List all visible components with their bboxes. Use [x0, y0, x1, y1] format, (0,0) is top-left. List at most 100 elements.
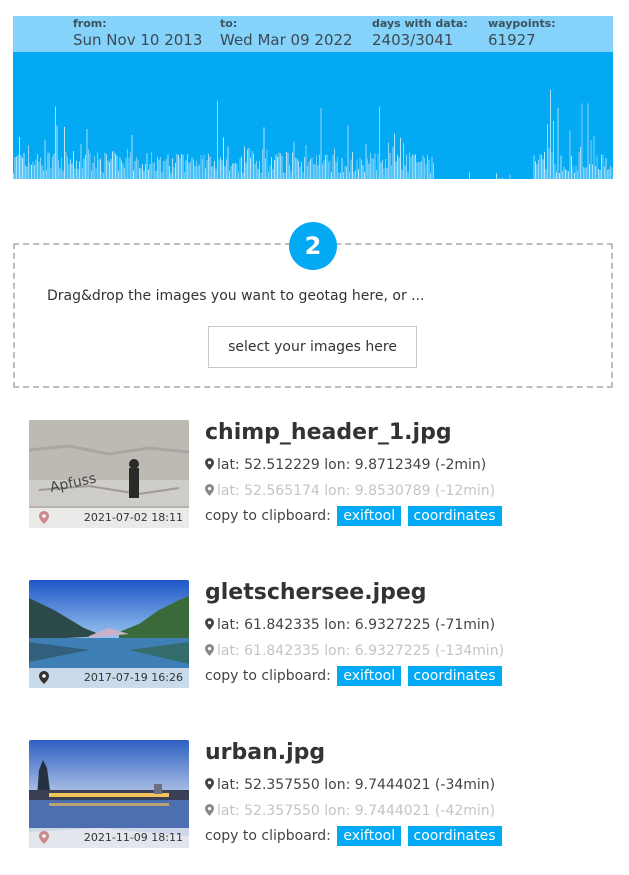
- histogram-bar: [565, 169, 566, 179]
- histogram-bar: [424, 158, 425, 179]
- histogram-bar: [272, 169, 274, 179]
- histogram-bar: [79, 161, 80, 179]
- histogram-bar: [259, 161, 260, 179]
- copy-exiftool-button[interactable]: exiftool: [337, 506, 402, 526]
- histogram-bar: [554, 164, 556, 179]
- histogram-bar: [296, 158, 298, 179]
- histogram-bar: [397, 154, 398, 179]
- histogram-bar: [367, 158, 368, 179]
- histogram-bar: [533, 155, 535, 179]
- copy-exiftool-button[interactable]: exiftool: [337, 826, 402, 846]
- copy-exiftool-button[interactable]: exiftool: [337, 666, 402, 686]
- histogram-bar: [101, 171, 103, 179]
- histogram-bar: [553, 121, 554, 179]
- histogram-bar: [25, 165, 26, 179]
- histogram-bar: [589, 164, 590, 179]
- histogram-bar: [592, 164, 593, 179]
- histogram-bar: [170, 172, 172, 179]
- histogram-bar: [560, 155, 562, 179]
- histogram-bar: [353, 171, 355, 179]
- select-images-button[interactable]: select your images here: [208, 326, 417, 368]
- histogram-bar: [241, 156, 242, 179]
- histogram-bar: [173, 167, 175, 179]
- histogram-bar: [136, 156, 137, 179]
- step-number-badge: 2: [289, 222, 337, 270]
- image-card: Apfuss 2021-07-02 18:11 chimp_header_1.j…: [29, 420, 609, 528]
- histogram-bar: [281, 156, 283, 179]
- image-thumbnail[interactable]: 2021-11-09 18:11: [29, 740, 189, 848]
- histogram-bar: [166, 158, 167, 179]
- copy-label: copy to clipboard:: [205, 828, 331, 844]
- histogram-bar: [307, 165, 308, 179]
- secondary-coordinate[interactable]: lat: 52.565174 lon: 9.8530789 (-12min): [205, 483, 495, 499]
- histogram-bar: [148, 169, 149, 179]
- histogram-bar: [113, 151, 115, 179]
- histogram-bar: [76, 160, 77, 179]
- histogram-bar: [496, 173, 497, 179]
- histogram-bar: [385, 158, 386, 179]
- image-thumbnail[interactable]: Apfuss 2021-07-02 18:11: [29, 420, 189, 528]
- histogram-bar: [284, 172, 286, 179]
- copy-coordinates-button[interactable]: coordinates: [407, 666, 502, 686]
- histogram-bar: [109, 162, 110, 179]
- secondary-coordinate[interactable]: lat: 52.357550 lon: 9.7444021 (-42min): [205, 803, 495, 819]
- histogram-bar: [238, 172, 239, 179]
- histogram-bar: [100, 158, 101, 179]
- histogram-bar: [323, 160, 325, 179]
- histogram-bar: [550, 89, 551, 179]
- histogram-bar: [469, 172, 470, 179]
- stats-panel: from: Sun Nov 10 2013 to: Wed Mar 09 202…: [13, 16, 613, 179]
- histogram-bar: [139, 168, 140, 179]
- histogram-bar: [232, 163, 233, 179]
- histogram-bar: [17, 155, 19, 179]
- histogram-bar: [389, 153, 391, 179]
- histogram-bar: [20, 155, 22, 179]
- histogram-bar: [358, 169, 359, 179]
- primary-coordinate[interactable]: lat: 61.842335 lon: 6.9327225 (-71min): [205, 617, 495, 633]
- histogram-bar: [244, 146, 245, 179]
- histogram-bar: [197, 165, 199, 179]
- histogram-bar: [355, 170, 356, 179]
- histogram-bar: [593, 135, 595, 179]
- primary-coordinate[interactable]: lat: 52.512229 lon: 9.8712349 (-2min): [205, 457, 486, 473]
- histogram-bar: [274, 160, 275, 179]
- histogram-bar: [214, 161, 215, 179]
- histogram-bar: [583, 166, 584, 179]
- histogram-bar: [82, 168, 83, 179]
- histogram-bar: [584, 167, 586, 179]
- primary-coordinate[interactable]: lat: 52.357550 lon: 9.7444021 (-34min): [205, 777, 495, 793]
- histogram-bar: [248, 147, 250, 179]
- image-thumbnail[interactable]: 2017-07-19 16:26: [29, 580, 189, 688]
- histogram-bar: [118, 170, 119, 179]
- histogram-bar: [602, 154, 604, 179]
- secondary-coordinate-text: lat: 52.565174 lon: 9.8530789 (-12min): [217, 483, 496, 499]
- histogram-bar: [145, 163, 146, 179]
- histogram-bar: [151, 152, 152, 179]
- histogram-bar: [83, 158, 85, 179]
- histogram-bar: [569, 130, 571, 179]
- copy-coordinates-button[interactable]: coordinates: [407, 506, 502, 526]
- secondary-coordinate-text: lat: 61.842335 lon: 6.9327225 (-134min): [217, 643, 505, 659]
- primary-coordinate-text: lat: 52.512229 lon: 9.8712349 (-2min): [217, 457, 487, 473]
- histogram-bar: [536, 164, 538, 179]
- histogram-bar: [377, 153, 379, 179]
- histogram-bar: [212, 166, 214, 179]
- histogram-bar: [55, 106, 56, 179]
- histogram-bar: [64, 126, 65, 179]
- histogram-bar: [376, 169, 377, 179]
- histogram-bar: [346, 166, 347, 179]
- thumbnail-caption: 2017-07-19 16:26: [29, 668, 189, 688]
- stat-waypoints-label: waypoints:: [488, 17, 556, 30]
- thumbnail-caption: 2021-07-02 18:11: [29, 508, 189, 528]
- secondary-coordinate[interactable]: lat: 61.842335 lon: 6.9327225 (-134min): [205, 643, 504, 659]
- histogram-bar: [67, 157, 68, 179]
- histogram-bar: [335, 161, 337, 179]
- histogram-bar: [419, 162, 421, 179]
- histogram-bar: [221, 160, 223, 179]
- histogram-bar: [208, 153, 209, 179]
- histogram-bar: [415, 154, 416, 179]
- copy-coordinates-button[interactable]: coordinates: [407, 826, 502, 846]
- histogram-bar: [49, 153, 50, 179]
- histogram-bar: [541, 155, 542, 179]
- histogram-bar: [58, 160, 59, 179]
